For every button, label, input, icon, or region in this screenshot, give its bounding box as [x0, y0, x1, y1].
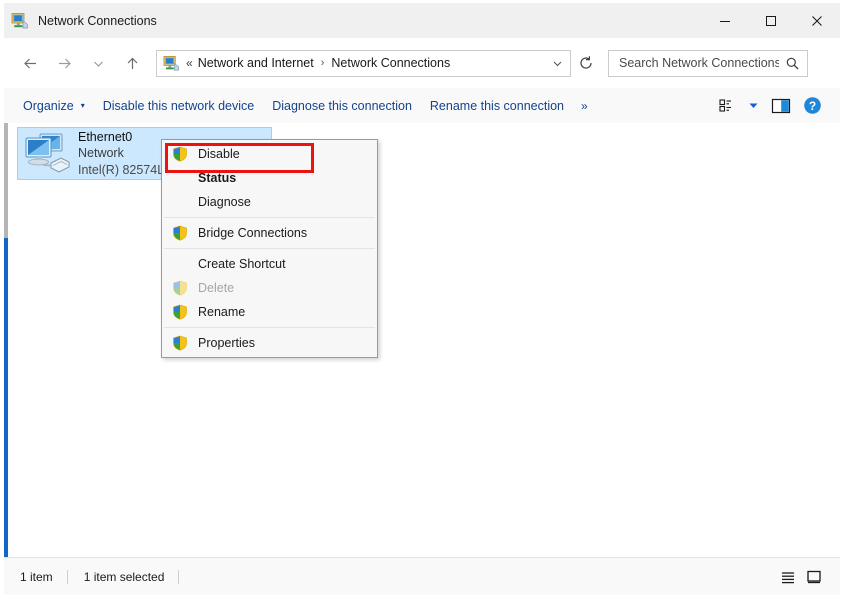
back-arrow-icon — [23, 58, 36, 68]
maximize-button[interactable] — [748, 3, 794, 38]
close-icon — [812, 15, 822, 26]
context-menu-item-delete: Delete — [162, 276, 377, 300]
large-icons-view-icon — [807, 570, 821, 583]
organize-label: Organize — [23, 98, 74, 113]
uac-shield-icon — [162, 304, 198, 320]
context-menu-label: Properties — [198, 336, 255, 350]
network-connections-window: Network Connections « Network and Intern… — [0, 0, 844, 598]
context-menu-item-bridge-connections[interactable]: Bridge Connections — [162, 221, 377, 245]
search-box[interactable] — [608, 49, 808, 77]
help-icon: ? — [804, 97, 821, 114]
context-menu-label: Delete — [198, 281, 235, 295]
window-title: Network Connections — [38, 13, 157, 28]
network-connections-icon — [11, 12, 28, 28]
network-adapter-icon — [25, 133, 70, 173]
preview-pane-button[interactable] — [765, 94, 797, 118]
context-menu-item-diagnose[interactable]: Diagnose — [162, 190, 377, 214]
uac-shield-icon — [162, 146, 198, 162]
context-menu-label: Rename — [198, 305, 246, 319]
navigation-bar: « Network and Internet › Network Connect… — [4, 38, 840, 88]
search-button[interactable] — [785, 56, 800, 71]
search-input[interactable] — [617, 55, 781, 71]
context-menu-separator — [164, 248, 375, 249]
address-dropdown-button[interactable] — [544, 51, 570, 76]
status-divider — [66, 569, 68, 584]
breadcrumb-separator: › — [320, 57, 325, 69]
search-icon — [786, 57, 799, 69]
window-inner: Network Connections « Network and Intern… — [4, 3, 840, 595]
refresh-button[interactable] — [571, 50, 601, 77]
context-menu-item-disable[interactable]: Disable — [162, 142, 377, 166]
up-arrow-icon — [127, 57, 137, 69]
command-toolbar: Organize ▾ Disable this network device D… — [4, 88, 840, 124]
context-menu-label: Bridge Connections — [198, 226, 308, 240]
help-button[interactable]: ? — [797, 92, 828, 119]
breadcrumb-network-connections[interactable]: Network Connections — [331, 56, 450, 70]
svg-text:?: ? — [809, 99, 816, 113]
diagnose-connection-button[interactable]: Diagnose this connection — [263, 95, 421, 117]
minimize-button[interactable] — [702, 3, 748, 38]
status-item-count: 1 item — [20, 569, 53, 584]
network-connections-icon — [163, 55, 179, 70]
recent-locations-button[interactable] — [81, 46, 115, 80]
large-icons-view-button[interactable] — [801, 566, 827, 588]
context-menu-item-status[interactable]: Status — [162, 166, 377, 190]
title-bar: Network Connections — [4, 3, 840, 38]
context-menu-separator — [164, 327, 375, 328]
refresh-icon — [580, 56, 592, 69]
minimize-icon — [720, 20, 730, 22]
connections-list: Ethernet0 Network Intel(R) 82574L G — [8, 123, 840, 557]
details-view-icon — [782, 571, 794, 583]
context-menu-item-rename[interactable]: Rename — [162, 300, 377, 324]
context-menu: Disable Status Diagnose Bridge Connectio… — [161, 139, 378, 358]
close-button[interactable] — [794, 3, 840, 38]
breadcrumb-overflow[interactable]: « — [186, 56, 193, 70]
address-bar[interactable]: « Network and Internet › Network Connect… — [156, 49, 571, 77]
window-controls — [702, 3, 840, 38]
preview-pane-icon — [771, 98, 791, 113]
chevron-down-icon — [749, 103, 758, 108]
toolbar-overflow-button[interactable]: » — [573, 95, 596, 117]
context-menu-separator — [164, 217, 375, 218]
uac-shield-icon — [162, 225, 198, 241]
view-mode-buttons — [775, 566, 827, 588]
chevron-down-icon — [553, 61, 561, 66]
breadcrumb-network-and-internet[interactable]: Network and Internet — [198, 56, 314, 70]
view-options-button[interactable] — [713, 94, 742, 117]
view-options-icon — [719, 99, 731, 112]
uac-shield-icon — [162, 335, 198, 351]
maximize-icon — [766, 15, 776, 26]
context-menu-label: Status — [198, 171, 237, 185]
disable-network-device-button[interactable]: Disable this network device — [94, 95, 263, 117]
uac-shield-icon — [162, 280, 198, 296]
toolbar-right-group: ? — [713, 92, 828, 119]
context-menu-label: Disable — [198, 147, 240, 161]
context-menu-item-properties[interactable]: Properties — [162, 331, 377, 355]
context-menu-item-create-shortcut[interactable]: Create Shortcut — [162, 252, 377, 276]
organize-button[interactable]: Organize ▾ — [14, 95, 94, 117]
chevron-down-icon: ▾ — [80, 101, 85, 110]
forward-button[interactable] — [47, 46, 81, 80]
context-menu-label: Create Shortcut — [198, 257, 286, 271]
status-selection: 1 item selected — [83, 569, 165, 584]
status-bar: 1 item 1 item selected — [4, 557, 840, 595]
details-view-button[interactable] — [775, 566, 801, 588]
forward-arrow-icon — [58, 58, 71, 68]
view-options-dropdown-button[interactable] — [742, 96, 765, 115]
up-button[interactable] — [115, 46, 149, 80]
back-button[interactable] — [13, 46, 47, 80]
chevron-down-icon — [93, 61, 103, 67]
rename-connection-button[interactable]: Rename this connection — [421, 95, 573, 117]
context-menu-label: Diagnose — [198, 195, 251, 209]
status-divider — [178, 569, 180, 584]
